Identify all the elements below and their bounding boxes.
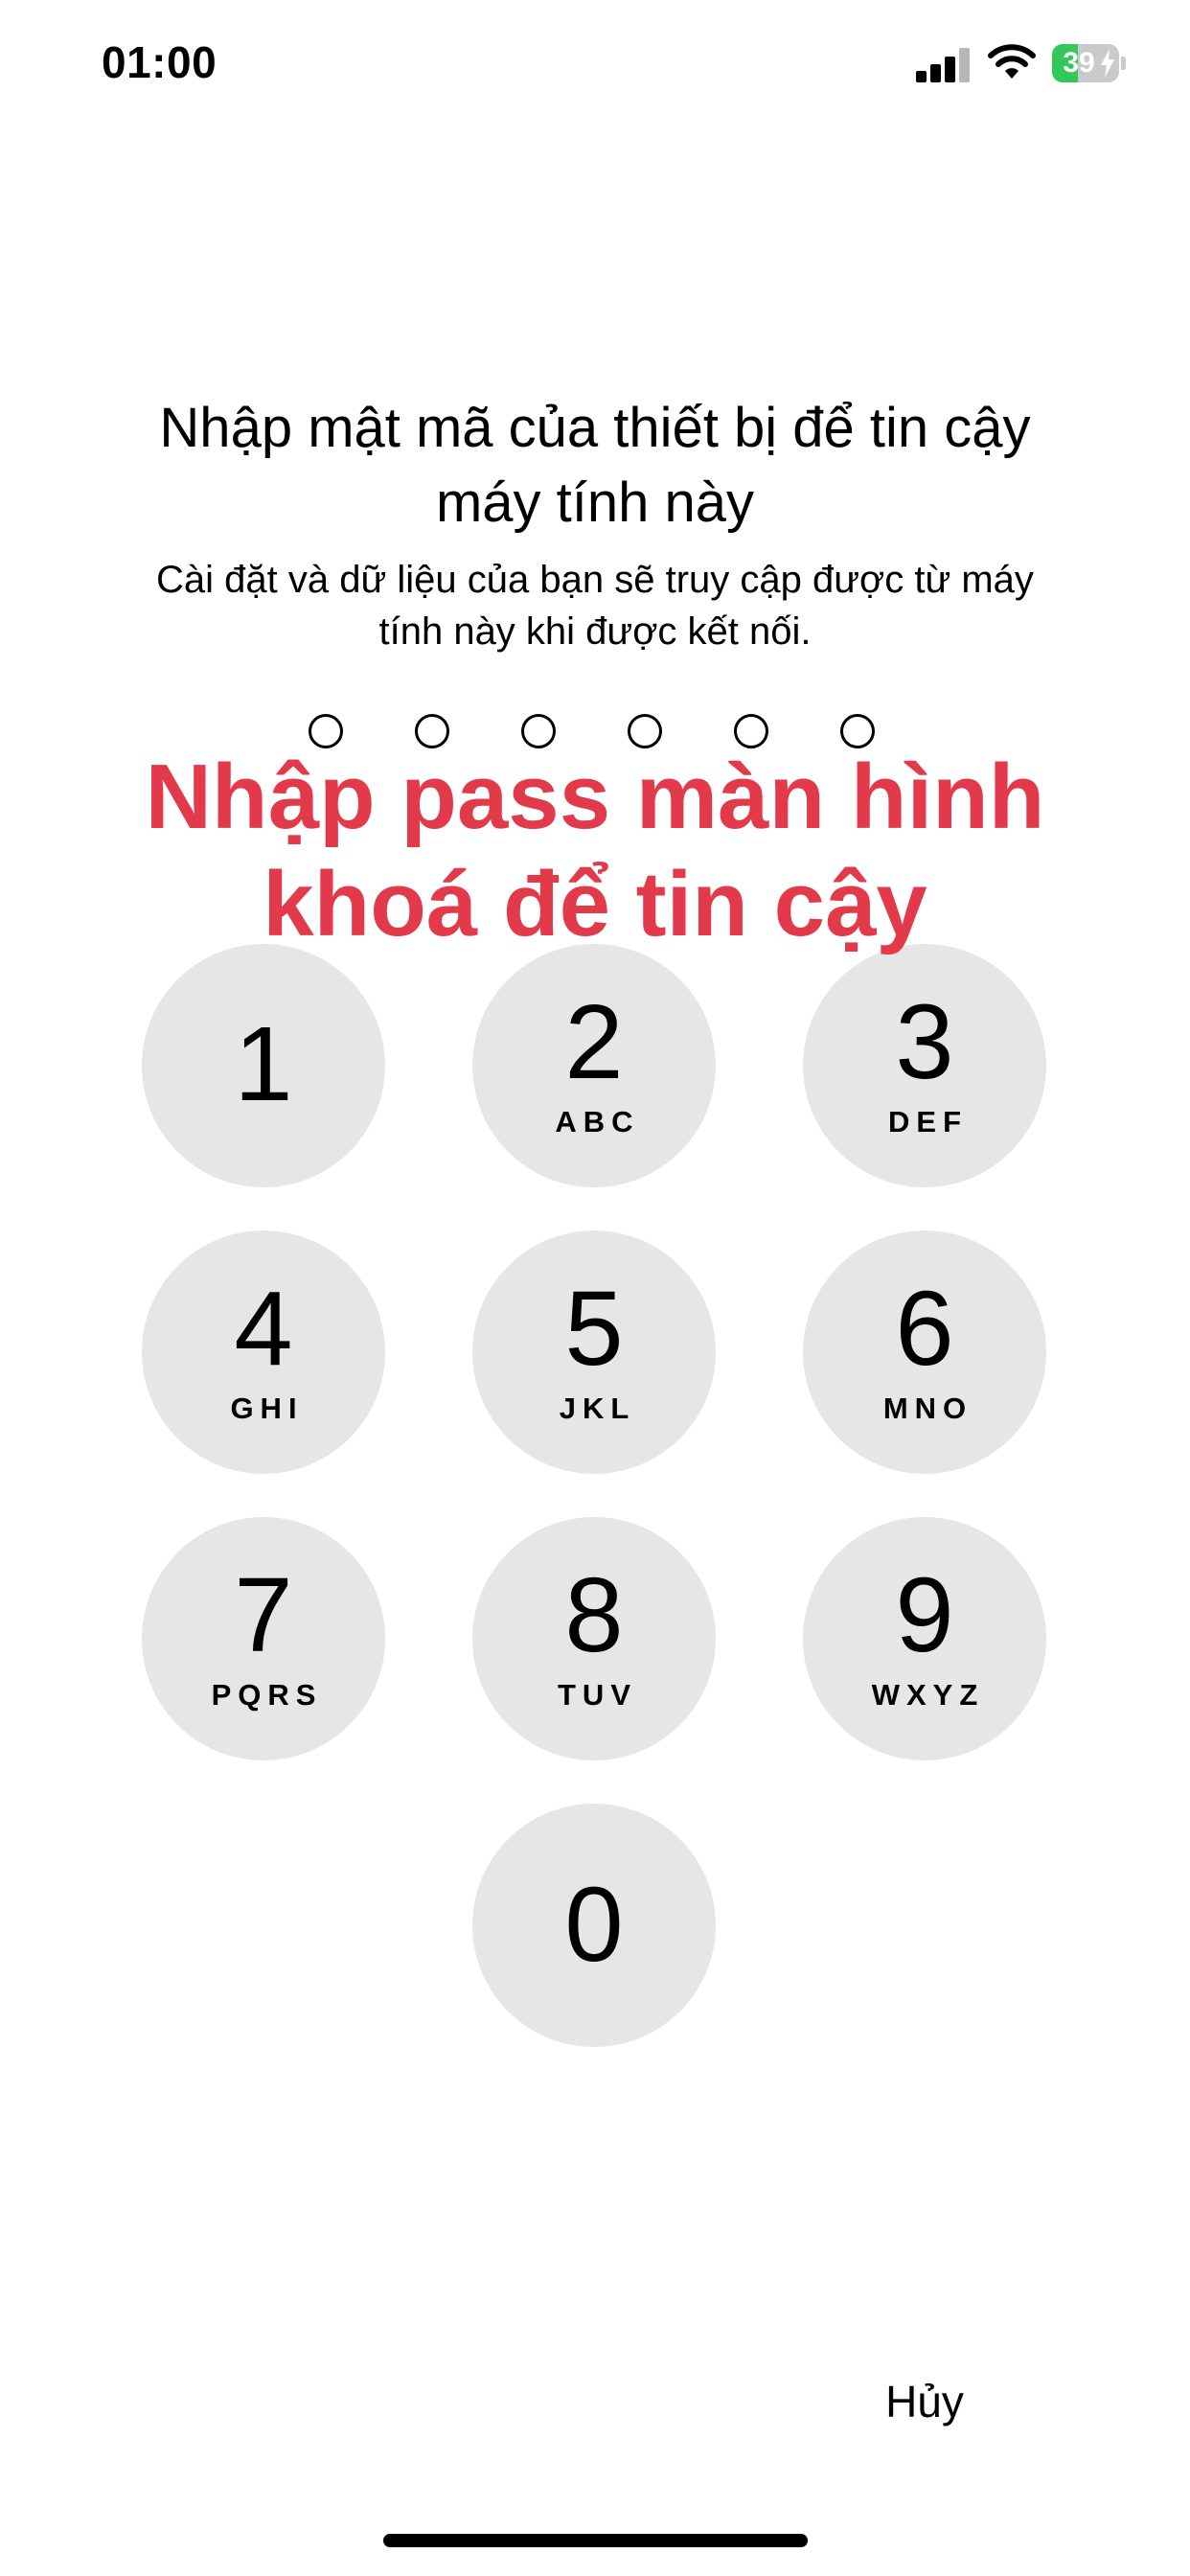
key-4[interactable]: 4 GHI — [142, 1230, 385, 1474]
battery-level: 39 — [1063, 47, 1095, 79]
signal-bar-3 — [945, 57, 955, 82]
overlay-line-1: Nhập pass màn hình — [145, 746, 1045, 848]
key-8[interactable]: 8 TUV — [472, 1517, 716, 1760]
cellular-signal-icon — [916, 48, 970, 82]
subtitle-line-1: Cài đặt và dữ liệu của bạn sẽ truy cập đ… — [156, 559, 1034, 601]
key-4-digit: 4 — [234, 1270, 293, 1388]
key-5-letters: JKL — [559, 1392, 636, 1425]
key-5-digit: 5 — [564, 1270, 624, 1388]
key-7[interactable]: 7 PQRS — [142, 1517, 385, 1760]
key-2-letters: ABC — [555, 1105, 640, 1138]
key-8-letters: TUV — [558, 1678, 637, 1712]
subtitle-line-2: tính này khi được kết nối. — [378, 610, 812, 653]
key-4-letters: GHI — [230, 1392, 304, 1425]
overlay-annotation: Nhập pass màn hình khoá để tin cậy — [38, 744, 1152, 958]
key-6-digit: 6 — [895, 1270, 954, 1388]
overlay-line-2: khoá để tin cậy — [263, 853, 927, 955]
key-6[interactable]: 6 MNO — [803, 1230, 1046, 1474]
title-line-1: Nhập mật mã của thiết bị để tin cậy — [159, 397, 1031, 459]
key-3-digit: 3 — [895, 983, 954, 1101]
battery-icon: 39 — [1052, 44, 1126, 82]
key-2-digit: 2 — [564, 983, 624, 1101]
key-2[interactable]: 2 ABC — [472, 944, 716, 1187]
key-1[interactable]: 1 — [142, 944, 385, 1187]
key-9-digit: 9 — [895, 1556, 954, 1674]
status-time: 01:00 — [102, 37, 217, 87]
key-9[interactable]: 9 WXYZ — [803, 1517, 1046, 1760]
key-5[interactable]: 5 JKL — [472, 1230, 716, 1474]
battery-body: 39 — [1052, 44, 1119, 82]
signal-bar-4 — [959, 48, 970, 82]
key-8-digit: 8 — [564, 1556, 624, 1674]
key-0-digit: 0 — [564, 1866, 624, 1984]
key-0[interactable]: 0 — [472, 1804, 716, 2047]
key-1-digit: 1 — [234, 1005, 293, 1123]
signal-bar-2 — [930, 64, 941, 82]
wifi-icon — [988, 44, 1036, 79]
key-7-letters: PQRS — [211, 1678, 323, 1712]
key-3-letters: DEF — [888, 1105, 968, 1138]
key-3[interactable]: 3 DEF — [803, 944, 1046, 1187]
page-subtitle: Cài đặt và dữ liệu của bạn sẽ truy cập đ… — [86, 554, 1104, 657]
cancel-button[interactable]: Hủy — [843, 2373, 1006, 2430]
battery-cap — [1121, 57, 1126, 70]
key-6-letters: MNO — [882, 1392, 973, 1425]
home-indicator[interactable] — [383, 2534, 808, 2547]
title-line-2: máy tính này — [435, 472, 755, 534]
page-title: Nhập mật mã của thiết bị để tin cậy máy … — [86, 391, 1104, 540]
charging-bolt-icon — [1101, 49, 1114, 78]
key-7-digit: 7 — [234, 1556, 293, 1674]
key-9-letters: WXYZ — [871, 1678, 985, 1712]
signal-bar-1 — [916, 71, 927, 82]
